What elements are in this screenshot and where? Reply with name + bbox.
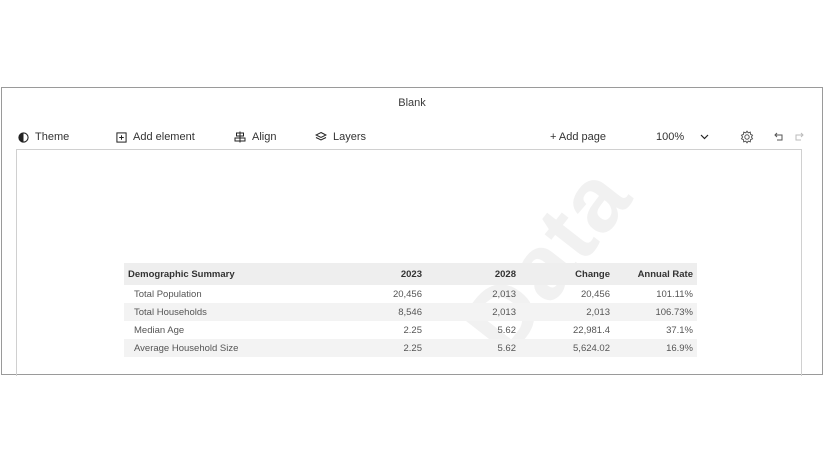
align-button[interactable]: Align — [234, 126, 276, 148]
table-cell: 5.62 — [497, 324, 517, 336]
window-title: Blank — [398, 97, 426, 109]
table-cell: 20,456 — [392, 288, 422, 300]
app-window: Blank Theme Add element Align Layers + A… — [1, 87, 823, 376]
add-element-button[interactable]: Add element — [116, 126, 195, 148]
add-page-button[interactable]: + Add page — [550, 126, 606, 148]
zoom-dropdown[interactable]: 100% — [656, 126, 709, 148]
theme-button[interactable]: Theme — [18, 126, 69, 148]
demographic-summary-table[interactable]: Demographic Summary 2023 2028 Change Ann… — [124, 263, 697, 357]
undo-button[interactable] — [773, 126, 785, 148]
table-row: Average Household Size 2.25 5.62 5,624.0… — [124, 339, 697, 357]
table-cell: 2,013 — [426, 303, 520, 321]
table-cell: 101.11% — [656, 288, 693, 300]
align-label: Align — [252, 131, 277, 143]
table-cell: Average Household Size — [124, 339, 322, 357]
column-header: 2028 — [426, 263, 520, 285]
add-element-label: Add element — [133, 131, 195, 143]
plus-square-icon — [116, 131, 127, 143]
table-row: Total Households 8,546 2,013 2,013 106.7… — [124, 303, 697, 321]
chevron-down-icon — [700, 134, 709, 140]
table-cell: Median Age — [134, 324, 185, 336]
settings-button[interactable] — [740, 126, 754, 148]
table-cell: 16.9% — [614, 339, 697, 357]
table-cell: 2.25 — [403, 324, 423, 336]
table-cell: 2,013 — [492, 288, 516, 300]
table-cell: 20,456 — [580, 288, 610, 300]
zoom-value: 100% — [656, 131, 685, 143]
column-header: Annual Rate — [614, 263, 697, 285]
theme-label: Theme — [35, 131, 70, 143]
contrast-icon — [18, 131, 29, 143]
layers-icon — [315, 131, 327, 143]
align-icon — [234, 131, 246, 143]
undo-icon — [773, 132, 785, 142]
table-cell: 2.25 — [322, 339, 426, 357]
page-canvas[interactable]: Data Demographic Summary 2023 2028 Chang… — [16, 149, 802, 376]
table-cell: 37.1% — [666, 324, 693, 336]
column-header: Change — [520, 263, 614, 285]
layers-button[interactable]: Layers — [315, 126, 366, 148]
table-cell: Total Population — [134, 288, 202, 300]
gear-icon — [740, 130, 754, 144]
column-header: Demographic Summary — [124, 263, 322, 285]
table-row: Total Population 20,456 2,013 20,456 101… — [124, 285, 697, 303]
layers-label: Layers — [333, 131, 367, 143]
table-cell: 22,981.4 — [573, 324, 610, 336]
table-header-row: Demographic Summary 2023 2028 Change Ann… — [124, 263, 697, 285]
redo-icon — [793, 132, 805, 142]
table-cell: 106.73% — [614, 303, 697, 321]
redo-button[interactable] — [793, 126, 805, 148]
table-cell: 5,624.02 — [520, 339, 614, 357]
table-row: Median Age 2.25 5.62 22,981.4 37.1% — [124, 321, 697, 339]
toolbar: Theme Add element Align Layers + Add pag… — [2, 126, 822, 148]
table-cell: 5.62 — [426, 339, 520, 357]
table-cell: 2,013 — [520, 303, 614, 321]
table-cell: 8,546 — [322, 303, 426, 321]
add-page-label: + Add page — [550, 131, 606, 143]
table-cell: Total Households — [124, 303, 322, 321]
column-header: 2023 — [322, 263, 426, 285]
